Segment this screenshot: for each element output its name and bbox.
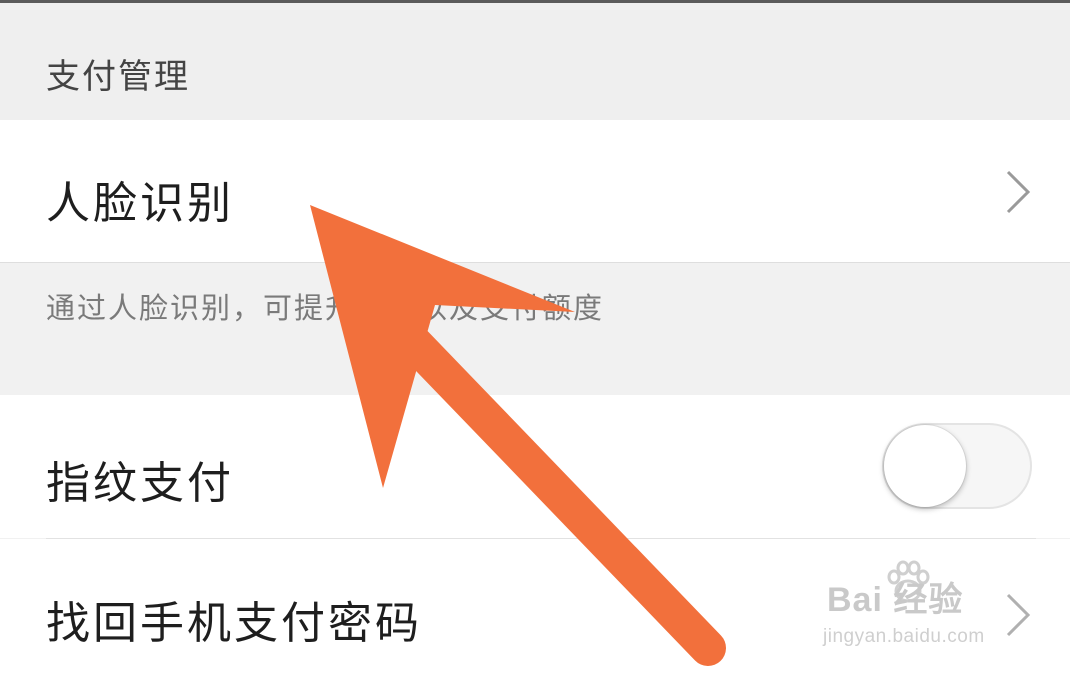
fingerprint-pay-label: 指纹支付	[46, 458, 234, 509]
face-recognition-label: 人脸识别	[46, 178, 234, 229]
recover-password-label: 找回手机支付密码	[46, 598, 422, 649]
toggle-knob	[884, 425, 966, 507]
chevron-right-icon	[1006, 170, 1031, 214]
row-separator	[46, 538, 1036, 539]
section-title: 支付管理	[46, 57, 190, 97]
watermark-url: jingyan.baidu.com	[823, 626, 985, 647]
face-recognition-row[interactable]: 人脸识别	[0, 120, 1070, 263]
watermark-brand: Bai 经验	[827, 581, 964, 619]
fingerprint-pay-toggle[interactable]	[882, 423, 1032, 509]
baidu-jingyan-watermark: Bai 经验 jingyan.baidu.com	[817, 560, 1022, 660]
fingerprint-pay-row: 指纹支付	[0, 395, 1070, 538]
section-header: 支付管理	[0, 3, 1070, 120]
face-recognition-footer: 通过人脸识别，可提升安全以及支付额度	[0, 263, 1070, 395]
face-recognition-description: 通过人脸识别，可提升安全以及支付额度	[46, 291, 605, 325]
